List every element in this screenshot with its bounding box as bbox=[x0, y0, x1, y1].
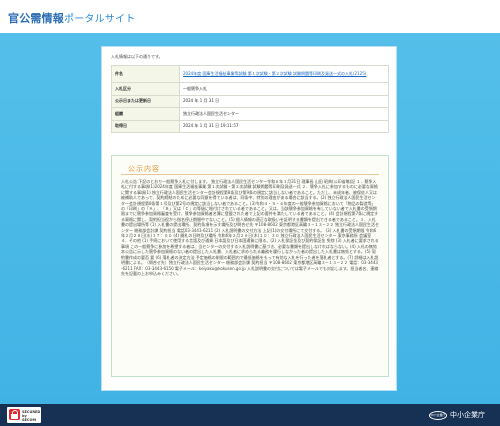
secom-seal[interactable]: SECURED by SECOM bbox=[7, 407, 41, 423]
bid-info-table: 件名 2024年度 国庫生活福祉事業等試験 第１次試験・第２次試験 試験問題等印… bbox=[111, 65, 389, 133]
row-value-organization: 独立行政法人国民生活センター bbox=[179, 107, 389, 121]
row-label-published-date: 公示日または更新日 bbox=[111, 94, 180, 108]
ministry-emblem-icon: 中小企業庁 bbox=[429, 410, 447, 420]
subject-link[interactable]: 2024年度 国庫生活福祉事業等試験 第１次試験・第２次試験 試験問題等印刷及発… bbox=[183, 71, 366, 76]
ministry-logo[interactable]: 中小企業庁 中小企業庁 bbox=[429, 410, 485, 420]
row-label-subject: 件名 bbox=[111, 65, 180, 83]
bid-detail-card: 入札情報は以下の通りです。 件名 2024年度 国庫生活福祉事業等試験 第１次試… bbox=[101, 46, 397, 391]
table-row: 件名 2024年度 国庫生活福祉事業等試験 第１次試験・第２次試験 試験問題等印… bbox=[111, 65, 389, 83]
title-divider bbox=[121, 174, 379, 175]
ministry-name: 中小企業庁 bbox=[450, 411, 485, 419]
lock-icon bbox=[9, 409, 20, 420]
secured-line-2: by SECOM bbox=[22, 414, 36, 422]
notice-content-title: 公示内容 bbox=[128, 165, 160, 173]
site-footer: SECURED by SECOM 中小企業庁 中小企業庁 bbox=[0, 404, 500, 426]
site-subtitle: ポータルサイト bbox=[64, 14, 136, 25]
secured-seal-text: SECURED by SECOM bbox=[22, 410, 41, 422]
row-label-retrieved-date: 取得日 bbox=[111, 119, 180, 133]
table-row: 公示日または更新日 2024 年 1 月 31 日 bbox=[111, 94, 389, 108]
row-value-subject: 2024年度 国庫生活福祉事業等試験 第１次試験・第２次試験 試験問題等印刷及発… bbox=[179, 65, 389, 83]
table-row: 入札区分 一般競争入札 bbox=[111, 82, 389, 96]
row-value-bid-type: 一般競争入札 bbox=[179, 82, 389, 96]
table-row: 組織 独立行政法人国民生活センター bbox=[111, 107, 389, 121]
notice-content-body: 入札公告 下記のとおり一般競争入札に付します。 独立行政法人国民生活センター令和… bbox=[121, 179, 379, 276]
site-header: 官公需情報ポータルサイト bbox=[0, 0, 500, 33]
notice-content-box: 公示内容 入札公告 下記のとおり一般競争入札に付します。 独立行政法人国民生活セ… bbox=[111, 155, 389, 377]
intro-text: 入札情報は以下の通りです。 bbox=[111, 54, 163, 59]
site-logo[interactable]: 官公需情報ポータルサイト bbox=[8, 10, 135, 26]
site-title: 官公需情報 bbox=[8, 12, 64, 25]
table-row: 取得日 2024 年 1 月 31 日 19:11:57 bbox=[111, 119, 389, 133]
row-value-retrieved-date: 2024 年 1 月 31 日 19:11:57 bbox=[179, 119, 389, 133]
row-label-bid-type: 入札区分 bbox=[111, 82, 180, 96]
row-value-published-date: 2024 年 1 月 31 日 bbox=[179, 94, 389, 108]
row-label-organization: 組織 bbox=[111, 107, 180, 121]
